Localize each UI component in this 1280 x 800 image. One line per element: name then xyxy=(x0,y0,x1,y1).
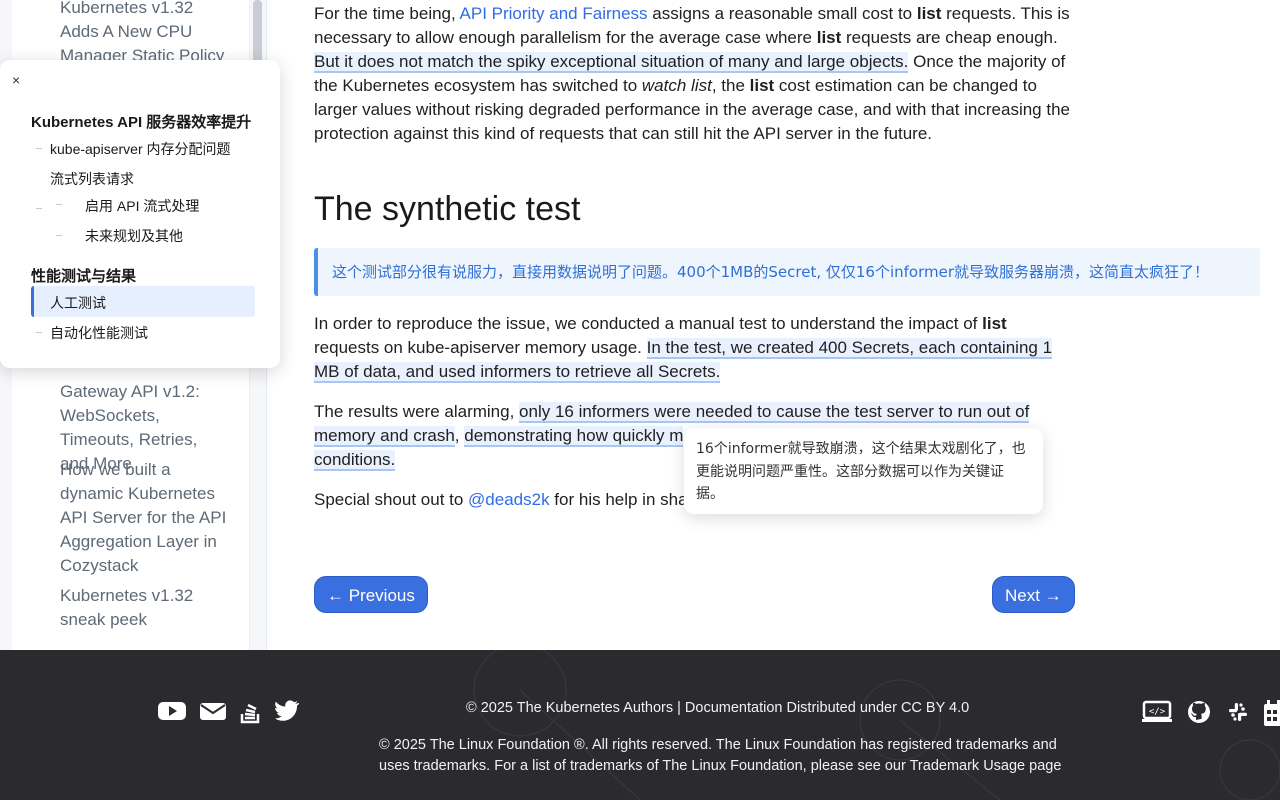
mail-icon[interactable] xyxy=(200,700,226,728)
toc-item[interactable]: 自动化性能测试 xyxy=(50,323,148,343)
footer-trademark: © 2025 The Linux Foundation ®. All right… xyxy=(379,737,1057,753)
toc-heading[interactable]: Kubernetes API 服务器效率提升 xyxy=(31,111,251,132)
blog-post-link[interactable]: Kubernetes v1.32 Adds A New CPU Manager … xyxy=(60,0,230,68)
close-icon[interactable]: × xyxy=(12,72,20,88)
highlight[interactable]: demonstrating how quickly m xyxy=(464,426,684,447)
paragraph: In order to reproduce the issue, we cond… xyxy=(314,314,1053,383)
highlight[interactable]: But it does not match the spiky exceptio… xyxy=(314,52,909,73)
slack-icon[interactable] xyxy=(1226,700,1250,730)
trademark-usage-link[interactable]: Trademark Usage page xyxy=(910,758,1062,774)
highlight[interactable]: conditions. xyxy=(314,450,396,471)
youtube-icon[interactable] xyxy=(158,700,186,728)
footer: © 2025 The Kubernetes Authors | Document… xyxy=(0,650,1280,800)
stackoverflow-icon[interactable] xyxy=(240,700,262,730)
toc-item[interactable]: 流式列表请求 xyxy=(50,169,134,189)
annotation-callout: 这个测试部分很有说服力，直接用数据说明了问题。400个1MB的Secret, 仅… xyxy=(314,248,1260,296)
toc-item[interactable]: kube-apiserver 内存分配问题 xyxy=(50,139,231,159)
toc-item[interactable]: 人工测试 xyxy=(50,293,106,313)
next-button[interactable]: Next → xyxy=(992,576,1075,613)
contribute-icon[interactable]: </> xyxy=(1142,700,1172,730)
api-priority-link[interactable]: API Priority and Fairness xyxy=(460,4,648,23)
footer-trademark-2: uses trademarks. For a list of trademark… xyxy=(379,758,1062,774)
toc-item[interactable]: 启用 API 流式处理 xyxy=(85,196,199,216)
twitter-icon[interactable] xyxy=(275,700,300,728)
deads2k-link[interactable]: @deads2k xyxy=(468,490,550,509)
blog-post-link[interactable]: Kubernetes v1.32 sneak peek xyxy=(60,584,230,632)
calendar-icon[interactable] xyxy=(1264,700,1280,732)
footer-copyright: © 2025 The Kubernetes Authors | Document… xyxy=(466,700,970,716)
svg-text:</>: </> xyxy=(1149,707,1166,717)
toc-item[interactable]: 未来规划及其他 xyxy=(85,226,183,246)
section-heading: The synthetic test xyxy=(314,190,581,228)
toc-item[interactable]: 性能测试与结果 xyxy=(31,265,136,286)
github-icon[interactable] xyxy=(1187,700,1211,730)
previous-button[interactable]: ← Previous xyxy=(314,576,428,613)
footer-background xyxy=(473,650,1280,800)
blog-post-link[interactable]: How we built a dynamic Kubernetes API Se… xyxy=(60,458,230,578)
paragraph: For the time being, API Priority and Fai… xyxy=(314,4,1070,143)
annotation-tooltip: 16个informer就导致崩溃，这个结果太戏剧化了，也更能说明问题严重性。这部… xyxy=(684,428,1043,514)
toc-popover: × Kubernetes API 服务器效率提升 kube-apiserver … xyxy=(0,60,280,368)
